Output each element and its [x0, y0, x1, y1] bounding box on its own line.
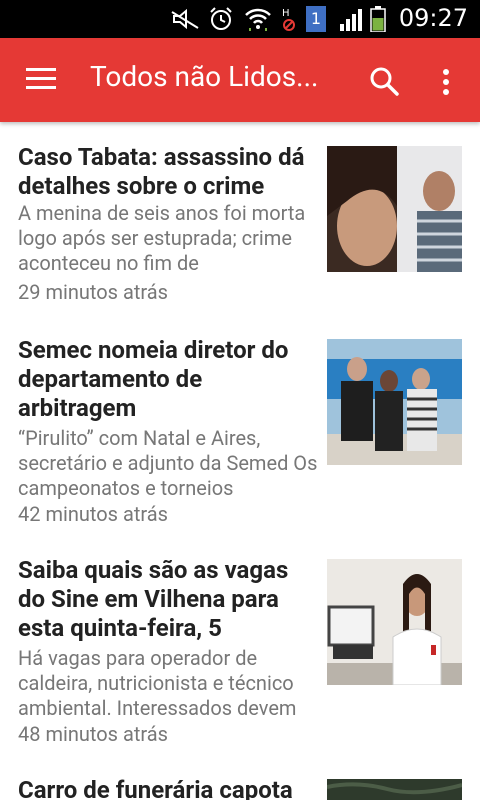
article-time: 42 minutos atrás: [18, 502, 168, 526]
article-headline: Saiba quais são as vagas do Sine em Vilh…: [18, 556, 289, 642]
article-time: 29 minutos atrás: [18, 280, 168, 304]
article-item[interactable]: Carro de funerária capota: [0, 762, 480, 800]
signal-icon: [340, 9, 362, 31]
article-item[interactable]: Semec nomeia diretor do departamento de …: [0, 322, 480, 542]
article-thumbnail: [327, 559, 462, 685]
status-bar: H 1 09:27: [0, 0, 480, 38]
article-headline: Semec nomeia diretor do departamento de …: [18, 336, 289, 422]
status-time: 09:27: [398, 4, 468, 32]
search-icon[interactable]: [367, 64, 401, 98]
no-data-icon: H: [282, 8, 295, 31]
wifi-icon: [245, 8, 271, 31]
article-time: 48 minutos atrás: [18, 722, 168, 746]
article-snippet: “Pirulito” com Natal e Aires, secretário…: [18, 426, 318, 500]
article-item[interactable]: Caso Tabata: assassino dá detalhes sobre…: [0, 122, 480, 322]
svg-text:H: H: [282, 8, 290, 19]
article-thumbnail: [327, 779, 462, 800]
overflow-menu-icon[interactable]: [436, 64, 456, 98]
silent-icon: [171, 8, 199, 30]
article-headline: Caso Tabata: assassino dá detalhes sobre…: [18, 143, 305, 200]
app-bar-title: Todos não Lidos...: [90, 60, 319, 93]
article-thumbnail: [327, 339, 462, 465]
app-bar: Todos não Lidos...: [0, 38, 480, 122]
battery-icon: [370, 6, 386, 32]
article-headline: Carro de funerária capota: [18, 776, 293, 800]
article-snippet: A menina de seis anos foi morta logo apó…: [18, 201, 306, 275]
article-thumbnail: [327, 146, 462, 272]
notification-badge: 1: [306, 6, 326, 32]
notification-badge-label: 1: [310, 9, 322, 28]
menu-icon[interactable]: [26, 68, 56, 90]
alarm-icon: [210, 7, 232, 30]
article-snippet: Há vagas para operador de caldeira, nutr…: [18, 646, 297, 720]
article-item[interactable]: Saiba quais são as vagas do Sine em Vilh…: [0, 542, 480, 762]
